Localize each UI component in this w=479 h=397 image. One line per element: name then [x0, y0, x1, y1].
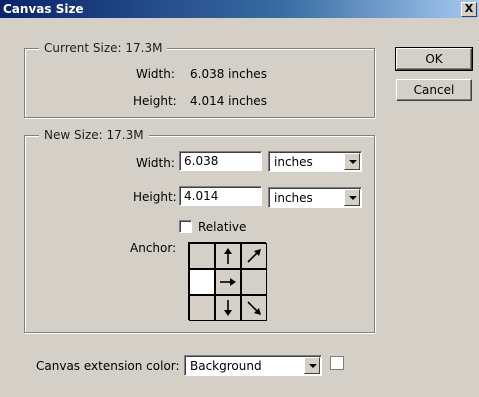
anchor-top-left[interactable] [189, 243, 215, 269]
current-size-label: Current Size: 17.3M [39, 41, 168, 55]
chevron-down-icon[interactable] [344, 189, 360, 206]
anchor-middle-left[interactable] [189, 269, 215, 295]
current-height-value: 4.014 inches [190, 94, 267, 108]
anchor-bottom-left[interactable] [189, 295, 215, 321]
extension-color-value: Background [190, 359, 262, 373]
arrow-up-icon [224, 248, 232, 264]
new-height-label: Height: [133, 190, 177, 204]
current-height-label: Height: [133, 94, 177, 108]
width-unit-select[interactable]: inches [268, 151, 362, 172]
extension-color-select[interactable]: Background [184, 355, 322, 376]
anchor-middle-center[interactable] [215, 269, 241, 295]
height-unit-value: inches [274, 191, 313, 205]
arrow-down-icon [224, 300, 232, 316]
height-input[interactable] [179, 186, 262, 206]
extension-color-label: Canvas extension color: [36, 359, 180, 373]
anchor-bottom-right[interactable] [241, 295, 267, 321]
chevron-down-icon[interactable] [344, 153, 360, 170]
arrow-right-icon [220, 278, 236, 286]
cancel-button[interactable]: Cancel [396, 79, 472, 101]
chevron-down-icon[interactable] [304, 357, 320, 374]
close-button[interactable]: X [461, 2, 477, 17]
relative-label[interactable]: Relative [198, 220, 246, 234]
current-width-value: 6.038 inches [190, 67, 267, 81]
height-unit-select[interactable]: inches [268, 187, 362, 208]
anchor-grid [188, 242, 267, 321]
close-icon: X [464, 2, 474, 15]
anchor-label: Anchor: [130, 241, 177, 255]
anchor-bottom-center[interactable] [215, 295, 241, 321]
new-width-label: Width: [136, 156, 175, 170]
ok-button[interactable]: OK [395, 47, 473, 71]
window-title: Canvas Size [3, 2, 84, 16]
anchor-middle-right[interactable] [241, 269, 267, 295]
arrow-down-right-icon [247, 301, 261, 315]
relative-checkbox[interactable] [179, 220, 192, 233]
extension-color-swatch[interactable] [330, 356, 344, 370]
anchor-top-right[interactable] [241, 243, 267, 269]
new-size-label: New Size: 17.3M [39, 128, 149, 142]
title-bar[interactable]: Canvas Size X [0, 0, 479, 18]
width-unit-value: inches [274, 155, 313, 169]
current-width-label: Width: [136, 67, 175, 81]
width-input[interactable] [179, 151, 262, 171]
arrow-up-right-icon [247, 249, 261, 263]
anchor-top-center[interactable] [215, 243, 241, 269]
